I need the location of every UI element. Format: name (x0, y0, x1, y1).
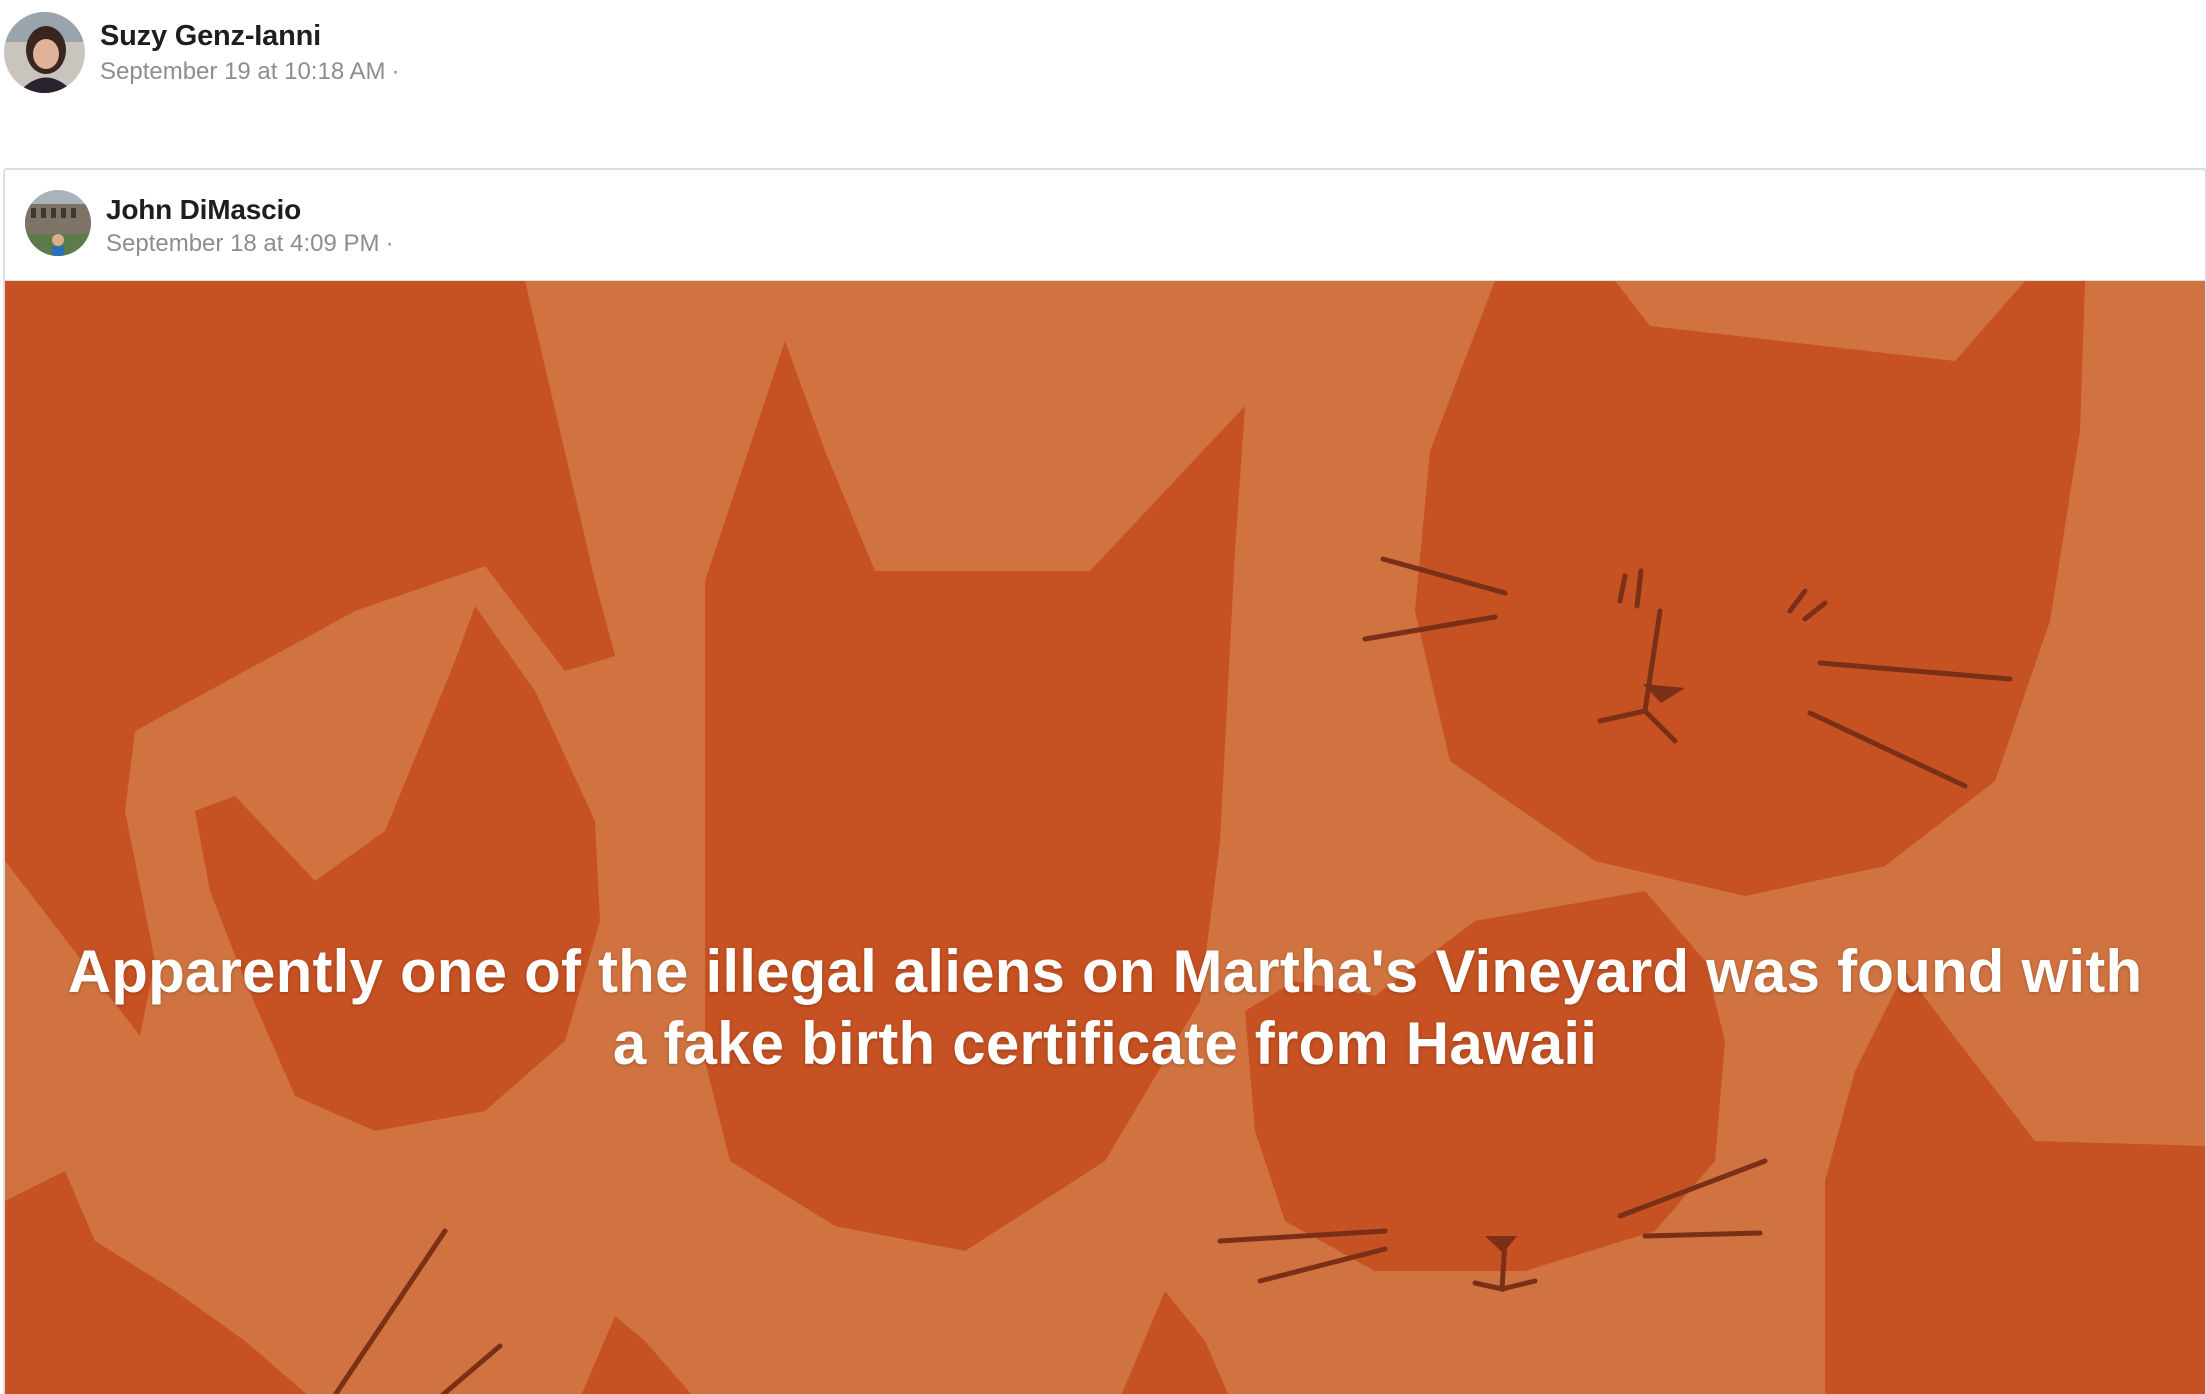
shared-post-card: John DiMascio September 18 at 4:09 PM· (3, 168, 2206, 1394)
facebook-post-page: Suzy Genz-Ianni September 19 at 10:18 AM… (0, 0, 2206, 1394)
outer-author-name[interactable]: Suzy Genz-Ianni (100, 20, 321, 53)
avatar-woman-icon (4, 12, 85, 93)
shared-timestamp-separator: · (385, 230, 394, 257)
outer-timestamp-separator: · (391, 58, 400, 85)
shared-post-header: John DiMascio September 18 at 4:09 PM · (5, 170, 2205, 281)
outer-timestamp-text[interactable]: September 19 at 10:18 AM (100, 58, 386, 85)
shared-author-name[interactable]: John DiMascio (106, 194, 301, 226)
profile-photo-icon[interactable] (25, 190, 91, 256)
post-caption-text: Apparently one of the illegal aliens on … (67, 938, 2143, 1077)
cats-pattern-background (5, 281, 2205, 1394)
profile-photo-icon[interactable] (4, 12, 85, 93)
shared-timestamp-text[interactable]: September 18 at 4:09 PM (106, 230, 380, 257)
outer-timestamp[interactable]: September 19 at 10:18 AM · (100, 58, 400, 86)
shared-timestamp[interactable]: September 18 at 4:09 PM · (106, 230, 394, 258)
avatar-building-icon (25, 190, 91, 256)
post-image[interactable]: Apparently one of the illegal aliens on … (5, 281, 2205, 1394)
outer-post-header: Suzy Genz-Ianni September 19 at 10:18 AM… (0, 0, 2206, 120)
